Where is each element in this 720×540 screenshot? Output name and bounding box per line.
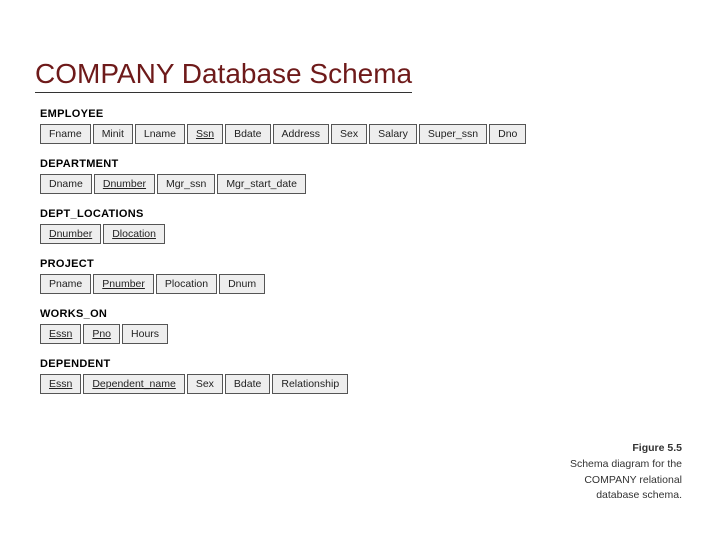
table-block: WORKS_ON EssnPnoHours	[40, 308, 570, 344]
attr-cell-key: Dnumber	[40, 224, 101, 244]
attr-cell: Dno	[489, 124, 526, 144]
table-block: EMPLOYEE FnameMinitLnameSsnBdateAddressSe…	[40, 108, 570, 144]
page-title: COMPANY Database Schema	[35, 58, 412, 93]
figure-caption: Figure 5.5 Schema diagram for the COMPAN…	[552, 441, 682, 504]
attr-cell: Minit	[93, 124, 133, 144]
table-block: PROJECT PnamePnumberPlocationDnum	[40, 258, 570, 294]
attr-cell-key: Ssn	[187, 124, 223, 144]
table-block: DEPENDENT EssnDependent_nameSexBdateRelat…	[40, 358, 570, 394]
attr-row: EssnDependent_nameSexBdateRelationship	[40, 374, 570, 394]
attr-cell: Hours	[122, 324, 168, 344]
table-name: EMPLOYEE	[40, 108, 570, 120]
table-block: DEPARTMENT DnameDnumberMgr_ssnMgr_start_d…	[40, 158, 570, 194]
attr-row: DnumberDlocation	[40, 224, 570, 244]
attr-cell-key: Essn	[40, 374, 81, 394]
table-name: DEPENDENT	[40, 358, 570, 370]
attr-row: PnamePnumberPlocationDnum	[40, 274, 570, 294]
attr-cell-key: Dependent_name	[83, 374, 184, 394]
attr-cell: Dnum	[219, 274, 265, 294]
attr-cell-key: Essn	[40, 324, 81, 344]
attr-row: DnameDnumberMgr_ssnMgr_start_date	[40, 174, 570, 194]
attr-row: EssnPnoHours	[40, 324, 570, 344]
attr-cell: Lname	[135, 124, 185, 144]
attr-cell: Fname	[40, 124, 91, 144]
attr-cell: Address	[273, 124, 330, 144]
attr-cell: Bdate	[225, 124, 270, 144]
attr-cell: Super_ssn	[419, 124, 487, 144]
schema-container: EMPLOYEEFnameMinitLnameSsnBdateAddressSe…	[40, 108, 570, 408]
attr-cell: Salary	[369, 124, 417, 144]
attr-row: FnameMinitLnameSsnBdateAddressSexSalaryS…	[40, 124, 570, 144]
table-name: WORKS_ON	[40, 308, 570, 320]
table-name: PROJECT	[40, 258, 570, 270]
attr-cell: Pname	[40, 274, 91, 294]
attr-cell: Plocation	[156, 274, 217, 294]
attr-cell: Mgr_ssn	[157, 174, 215, 194]
table-name: DEPARTMENT	[40, 158, 570, 170]
attr-cell: Sex	[331, 124, 367, 144]
caption-title: Figure 5.5	[552, 441, 682, 457]
attr-cell-key: Pnumber	[93, 274, 154, 294]
caption-text: Schema diagram for the COMPANY relationa…	[570, 458, 682, 502]
attr-cell: Dname	[40, 174, 92, 194]
table-name: DEPT_LOCATIONS	[40, 208, 570, 220]
attr-cell: Bdate	[225, 374, 270, 394]
attr-cell: Relationship	[272, 374, 348, 394]
attr-cell: Sex	[187, 374, 223, 394]
attr-cell-key: Dnumber	[94, 174, 155, 194]
attr-cell: Mgr_start_date	[217, 174, 306, 194]
table-block: DEPT_LOCATIONS DnumberDlocation	[40, 208, 570, 244]
attr-cell-key: Pno	[83, 324, 120, 344]
attr-cell-key: Dlocation	[103, 224, 165, 244]
